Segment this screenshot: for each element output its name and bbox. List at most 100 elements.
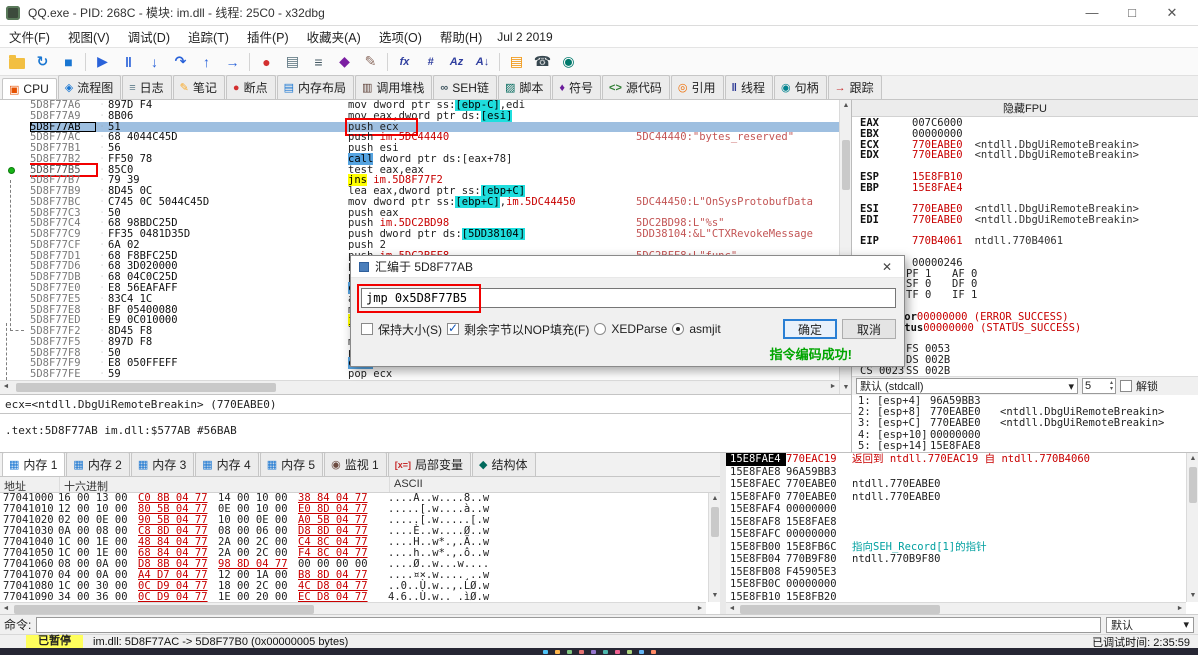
command-input[interactable] — [36, 616, 1101, 633]
flag-cell[interactable]: CS 0023 — [860, 365, 906, 376]
stack-row[interactable]: 15E8FB10 15E8FB20 — [726, 591, 1186, 603]
scroll-down-icon[interactable]: ▼ — [1187, 590, 1198, 602]
breakpoint-gutter[interactable] — [0, 336, 30, 348]
breakpoint-gutter[interactable] — [0, 347, 30, 359]
notes-icon[interactable]: ✎ — [358, 50, 383, 73]
flag-cell[interactable]: IF 1 — [952, 290, 998, 301]
flag-cell[interactable]: SS 002B — [906, 365, 952, 376]
breakpoint-icon[interactable]: ● — [254, 50, 279, 73]
breakpoint-gutter[interactable] — [0, 121, 30, 133]
close-button[interactable]: ✕ — [1152, 5, 1192, 21]
ok-button[interactable]: 确定 — [783, 319, 837, 339]
breakpoint-gutter[interactable] — [0, 175, 30, 187]
sort-icon[interactable]: A↓ — [470, 50, 495, 73]
tab-threads[interactable]: ‖ 线程 — [724, 75, 774, 99]
tab-seh[interactable]: ∞ SEH链 — [433, 75, 497, 99]
tab-log[interactable]: ≡ 日志 — [122, 75, 172, 99]
calculator-icon[interactable]: ◉ — [556, 50, 581, 73]
spinner-arrows-icon[interactable]: ▴ ▾ — [1110, 380, 1113, 392]
dump-horizontal-scrollbar[interactable]: ◄ ► — [0, 602, 706, 614]
scroll-down-icon[interactable]: ▼ — [840, 382, 852, 394]
keep-size-checkbox[interactable] — [361, 323, 373, 335]
stack-row[interactable]: 15E8FB0C 00000000 — [726, 578, 1186, 591]
phone-icon[interactable]: ☎ — [530, 50, 555, 73]
unlock-checkbox[interactable] — [1120, 380, 1132, 392]
flag-cell[interactable]: TF 0 — [906, 290, 952, 301]
dump-rows[interactable]: 77041000 16 00 13 00 C0 8B 04 77 14 00 10 0… — [0, 493, 706, 602]
register-row[interactable]: LastError00000000 (ERROR_SUCCESS) — [860, 312, 1198, 323]
breakpoint-gutter[interactable] — [0, 229, 30, 240]
tab-memory-map[interactable]: ▤ 内存布局 — [276, 75, 354, 99]
register-row[interactable]: CF 0TF 0IF 1 — [860, 290, 1198, 301]
scrollbar-thumb[interactable] — [740, 605, 940, 614]
dump-row[interactable]: 77041090 34 00 36 00 0C D9 04 77 1E 00 20 0… — [0, 592, 706, 603]
case-icon[interactable]: Az — [444, 50, 469, 73]
tab-memory-4[interactable]: ▦ 内存 4 — [195, 452, 259, 476]
taskbar-icon[interactable] — [578, 649, 584, 654]
breakpoint-gutter[interactable] — [0, 250, 30, 262]
register-row[interactable]: CS 0023 SS 002B — [860, 365, 1198, 376]
stack-row[interactable]: 15E8FAE8 96A59BB3 — [726, 466, 1186, 479]
register-row[interactable]: LastStatus00000000 (STATUS_SUCCESS) — [860, 322, 1198, 334]
taskbar-icon[interactable] — [650, 649, 656, 654]
register-row[interactable]: EDX 770EABE0 <ntdll.DbgUiRemoteBreakin> — [860, 150, 1198, 161]
hide-fpu-button[interactable]: 隐藏FPU — [852, 100, 1198, 117]
script-type-select[interactable]: 默认 ▾ — [1106, 616, 1194, 633]
run-to-cursor-icon[interactable]: → — [220, 50, 245, 73]
stack-row[interactable]: 15E8FB00 15E8FB6C 指向SEH_Record[1]的指针 — [726, 541, 1186, 554]
stack-rows[interactable]: 15E8FAE4 770EAC19 返回到 ntdll.770EAC19 自 ntd… — [726, 453, 1186, 602]
stack-row[interactable]: 15E8FB04 770B9F80 ntdll.770B9F80 — [726, 553, 1186, 566]
xedparse-radio[interactable] — [594, 323, 607, 335]
taskbar-icon[interactable] — [602, 649, 608, 654]
taskbar-icon[interactable] — [554, 649, 560, 654]
breakpoint-gutter[interactable] — [0, 196, 30, 208]
tab-struct[interactable]: ◆ 结构体 — [472, 452, 536, 476]
graph-icon[interactable]: ◆ — [332, 50, 357, 73]
stack-row[interactable]: 15E8FB08 F45905E3 — [726, 566, 1186, 579]
taskbar-icon[interactable] — [626, 649, 632, 654]
tab-references[interactable]: ◎ 引用 — [670, 75, 724, 99]
argument-count-spinner[interactable]: 5 ▴ ▾ — [1082, 378, 1116, 394]
maximize-button[interactable]: □ — [1112, 5, 1152, 20]
disasm-row[interactable]: 5D8F77BC · C745 0C 5044C45D mov dword ptr s… — [0, 195, 839, 208]
scroll-left-icon[interactable]: ◄ — [0, 381, 12, 393]
tab-memory-2[interactable]: ▦ 内存 2 — [66, 452, 130, 476]
tab-watch-1[interactable]: ◉ 监视 1 — [324, 452, 387, 476]
menu-item-options[interactable]: 选项(O) — [370, 25, 431, 48]
stack-row[interactable]: 15E8FAF4 00000000 — [726, 503, 1186, 516]
calling-convention-select[interactable]: 默认 (stdcall) ▾ — [856, 378, 1078, 394]
tab-memory-5[interactable]: ▦ 内存 5 — [259, 452, 324, 476]
taskbar-icon[interactable] — [590, 649, 596, 654]
register-value[interactable]: 770B4061 — [912, 236, 963, 247]
taskbar-icon[interactable] — [542, 649, 548, 654]
tab-call-stack[interactable]: ▥ 调用堆栈 — [355, 75, 433, 99]
tab-cpu[interactable]: ▣ CPU — [2, 78, 57, 99]
tab-symbols[interactable]: ♦ 符号 — [552, 75, 602, 99]
disasm-row[interactable]: 5D8F77FE · 59 pop ecx — [0, 369, 839, 380]
disasm-horizontal-scrollbar[interactable]: ◄ ► — [0, 380, 839, 394]
stack-row[interactable]: 15E8FAEC 770EABE0 ntdll.770EABE0 — [726, 478, 1186, 491]
register-value[interactable]: 00000000 (STATUS_SUCCESS) — [923, 322, 1081, 334]
register-row[interactable]: EBX 00000000 — [860, 128, 1198, 140]
breakpoint-gutter[interactable] — [0, 153, 30, 165]
breakpoint-gutter[interactable] — [0, 186, 30, 197]
scrollbar-thumb[interactable] — [711, 507, 719, 537]
scroll-up-icon[interactable]: ▲ — [1187, 453, 1198, 465]
menu-item-plugins[interactable]: 插件(P) — [238, 25, 298, 48]
menu-item-favourites[interactable]: 收藏夹(A) — [298, 25, 370, 48]
tab-graph[interactable]: ◈ 流程图 — [57, 75, 122, 99]
scrollbar-thumb[interactable] — [842, 140, 850, 190]
argument-row[interactable]: 5: [esp+14] 15E8FAE8 — [858, 440, 1198, 452]
stack-horizontal-scrollbar[interactable]: ◄ ► — [726, 602, 1186, 614]
instruction-input[interactable] — [361, 288, 896, 308]
breakpoint-gutter[interactable] — [0, 239, 30, 251]
arguments-list[interactable]: 1: [esp+4] 96A59BB3 2: [esp+8] 770EABE0 <ntd… — [852, 396, 1198, 452]
scrollbar-thumb[interactable] — [1189, 467, 1197, 503]
scrollbar-thumb[interactable] — [16, 383, 276, 392]
tab-handles[interactable]: ◉ 句柄 — [774, 75, 827, 99]
breakpoint-gutter[interactable] — [0, 207, 30, 219]
windows-taskbar[interactable] — [0, 648, 1198, 655]
scrollbar-thumb[interactable] — [14, 605, 314, 614]
register-row[interactable]: EAX 007C6000 — [860, 118, 1198, 129]
run-icon[interactable]: ▶ — [90, 50, 115, 73]
